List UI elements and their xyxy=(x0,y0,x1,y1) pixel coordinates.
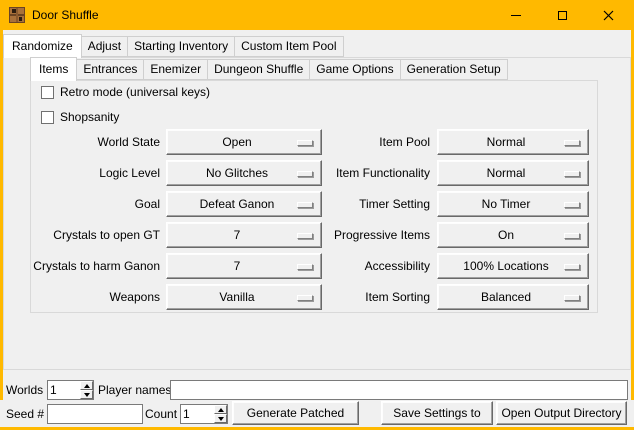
dropdown-indicator-icon xyxy=(297,202,313,208)
accessibility-dropdown[interactable]: 100% Locations xyxy=(437,253,589,279)
window-border-left xyxy=(0,0,3,400)
dropdown-indicator-icon xyxy=(564,202,580,208)
app-door-icon xyxy=(9,7,25,23)
shopsanity-checkbox[interactable] xyxy=(41,111,54,124)
arrow-up-icon xyxy=(218,408,224,412)
tab-enemizer[interactable]: Enemizer xyxy=(143,59,208,80)
timer-setting-label: Timer Setting xyxy=(318,191,430,217)
shopsanity-label: Shopsanity xyxy=(60,110,119,124)
accessibility-label: Accessibility xyxy=(318,253,430,279)
arrow-down-icon xyxy=(84,393,90,397)
retro-mode-checkbox[interactable] xyxy=(41,86,54,99)
count-spin-up-button[interactable] xyxy=(214,405,227,414)
count-input[interactable] xyxy=(181,405,214,423)
worlds-spin-down-button[interactable] xyxy=(80,390,93,399)
crystals-gt-dropdown[interactable]: 7 xyxy=(166,222,322,248)
crystals-ganon-dropdown[interactable]: 7 xyxy=(166,253,322,279)
minimize-icon xyxy=(511,15,521,16)
count-label: Count xyxy=(145,404,177,424)
item-functionality-label: Item Functionality xyxy=(318,160,430,186)
dropdown-indicator-icon xyxy=(297,140,313,146)
item-pool-dropdown[interactable]: Normal xyxy=(437,129,589,155)
open-output-directory-button[interactable]: Open Output Directory xyxy=(496,401,627,425)
retro-mode-row: Retro mode (universal keys) xyxy=(41,85,210,99)
tab-generation-setup[interactable]: Generation Setup xyxy=(400,59,508,80)
tab-entrances[interactable]: Entrances xyxy=(76,59,144,80)
world-state-label: World State xyxy=(30,129,160,155)
dropdown-indicator-icon xyxy=(297,295,313,301)
seed-label: Seed # xyxy=(6,404,44,424)
crystals-ganon-label: Crystals to harm Ganon xyxy=(30,253,160,279)
dropdown-indicator-icon xyxy=(564,295,580,301)
titlebar[interactable]: Door Shuffle xyxy=(0,0,634,30)
door-shuffle-window: Door Shuffle Randomize Adjust Starting I… xyxy=(0,0,634,430)
outer-tabstrip: Randomize Adjust Starting Inventory Cust… xyxy=(3,32,343,57)
worlds-label: Worlds xyxy=(6,380,43,400)
dropdown-indicator-icon xyxy=(564,264,580,270)
item-functionality-dropdown[interactable]: Normal xyxy=(437,160,589,186)
tab-custom-item-pool[interactable]: Custom Item Pool xyxy=(234,36,343,57)
minimize-button[interactable] xyxy=(493,0,539,30)
crystals-gt-label: Crystals to open GT xyxy=(30,222,160,248)
goal-label: Goal xyxy=(30,191,160,217)
tab-items[interactable]: Items xyxy=(30,57,77,81)
dropdown-indicator-icon xyxy=(297,171,313,177)
close-icon xyxy=(603,10,614,21)
tab-randomize[interactable]: Randomize xyxy=(3,34,82,58)
dropdown-indicator-icon xyxy=(564,171,580,177)
dropdown-indicator-icon xyxy=(564,140,580,146)
progressive-items-dropdown[interactable]: On xyxy=(437,222,589,248)
maximize-icon xyxy=(558,11,567,20)
weapons-label: Weapons xyxy=(30,284,160,310)
dropdown-indicator-icon xyxy=(297,264,313,270)
count-spin-down-button[interactable] xyxy=(214,414,227,423)
tab-starting-inventory[interactable]: Starting Inventory xyxy=(127,36,235,57)
window-title: Door Shuffle xyxy=(32,8,99,22)
item-sorting-dropdown[interactable]: Balanced xyxy=(437,284,589,310)
item-sorting-label: Item Sorting xyxy=(318,284,430,310)
maximize-button[interactable] xyxy=(539,0,585,30)
close-button[interactable] xyxy=(585,0,631,30)
retro-mode-label: Retro mode (universal keys) xyxy=(60,85,210,99)
player-names-label: Player names xyxy=(98,380,171,400)
timer-setting-dropdown[interactable]: No Timer xyxy=(437,191,589,217)
count-spinner[interactable] xyxy=(180,404,228,424)
generate-patched-rom-button[interactable]: Generate Patched Rom xyxy=(232,401,359,425)
arrow-up-icon xyxy=(84,384,90,388)
goal-dropdown[interactable]: Defeat Ganon xyxy=(166,191,322,217)
tab-adjust[interactable]: Adjust xyxy=(81,36,128,57)
tab-dungeon-shuffle[interactable]: Dungeon Shuffle xyxy=(207,59,310,80)
weapons-dropdown[interactable]: Vanilla xyxy=(166,284,322,310)
inner-tabstrip: Items Entrances Enemizer Dungeon Shuffle… xyxy=(30,58,507,80)
dropdown-indicator-icon xyxy=(564,233,580,239)
logic-level-dropdown[interactable]: No Glitches xyxy=(166,160,322,186)
arrow-down-icon xyxy=(218,417,224,421)
logic-level-label: Logic Level xyxy=(30,160,160,186)
progressive-items-label: Progressive Items xyxy=(318,222,430,248)
worlds-input[interactable] xyxy=(48,381,80,399)
seed-input[interactable] xyxy=(47,404,143,424)
worlds-spin-up-button[interactable] xyxy=(80,381,93,390)
item-pool-label: Item Pool xyxy=(318,129,430,155)
worlds-spinner[interactable] xyxy=(47,380,94,400)
save-settings-button[interactable]: Save Settings to File xyxy=(381,401,493,425)
tab-game-options[interactable]: Game Options xyxy=(309,59,400,80)
dropdown-indicator-icon xyxy=(297,233,313,239)
world-state-dropdown[interactable]: Open xyxy=(166,129,322,155)
shopsanity-row: Shopsanity xyxy=(41,110,119,124)
player-names-input[interactable] xyxy=(170,380,628,400)
